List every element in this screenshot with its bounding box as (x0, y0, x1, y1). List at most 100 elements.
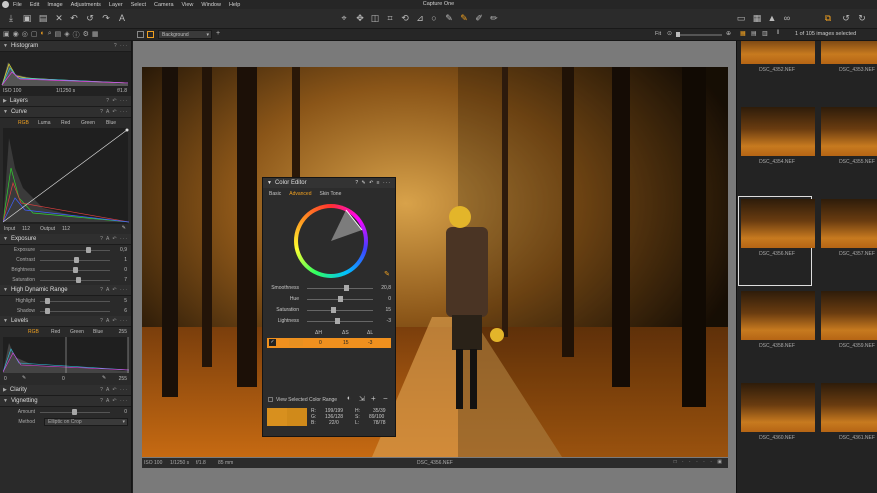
color-mask-icon[interactable]: ◐ (347, 395, 351, 402)
layer-select[interactable]: Background ▾ (158, 30, 212, 39)
color-range-selector[interactable] (294, 204, 368, 278)
curve-point[interactable] (125, 128, 129, 132)
remove-color-icon[interactable]: − (383, 394, 388, 403)
lens-tab-icon[interactable]: ◎ (22, 30, 28, 40)
curve-tab-red[interactable]: Red (61, 120, 70, 126)
tab-advanced[interactable]: Advanced (289, 191, 311, 197)
exposure-adjust-slider[interactable] (40, 280, 110, 281)
levels-tab-green[interactable]: Green (70, 329, 84, 335)
color-editor-knob[interactable] (334, 318, 340, 324)
menu-file[interactable]: File (13, 2, 22, 8)
pan-icon[interactable]: ✥ (354, 12, 366, 24)
exposure-adjust-knob[interactable] (86, 247, 92, 253)
vignetting-header[interactable]: ▼ Vignetting ? A ↶ ··· (0, 396, 131, 407)
thumbnail[interactable]: DSC_4355.NEF (817, 103, 877, 195)
clarity-header[interactable]: ▶ Clarity ? A ↶ ··· (0, 385, 131, 396)
zoom-slider-knob[interactable] (676, 32, 680, 37)
search-tab-icon[interactable]: ⌕ (48, 30, 52, 40)
rating-dots-icon[interactable]: □ · · · · · ▣ (674, 459, 724, 465)
color-list-row-selected[interactable]: ✓ 0 15 -3 (267, 338, 391, 348)
brush-icon[interactable]: ✎ (443, 12, 455, 24)
hdr-adjust-knob[interactable] (45, 308, 51, 314)
levels-tab-blue[interactable]: Blue (93, 329, 103, 335)
curve-picker-icon[interactable]: ✎ (122, 225, 126, 231)
view-range-checkbox[interactable] (268, 397, 273, 402)
zoom-icon[interactable]: ⊙ (667, 30, 672, 37)
exposure-adjust-knob[interactable] (73, 267, 78, 273)
eraser-icon[interactable]: ✐ (473, 12, 485, 24)
curve-header[interactable]: ▼ Curve ? A ↶ ··· (0, 107, 131, 118)
add-color-icon[interactable]: + (371, 394, 376, 403)
layers-header[interactable]: ▶ Layers ? ↶ ··· (0, 96, 131, 107)
menu-window[interactable]: Window (201, 2, 221, 8)
app-logo-icon[interactable] (2, 1, 9, 8)
hdr-adjust-slider[interactable] (40, 301, 110, 302)
list-view-icon[interactable]: ▤ (751, 30, 757, 37)
export-icon[interactable]: ▤ (37, 12, 49, 24)
menu-view[interactable]: View (182, 2, 194, 8)
color-editor-header[interactable]: ▼ Color Editor ? ✎ ↶ ≡ ··· (263, 178, 395, 188)
exposure-adjust-knob[interactable] (74, 257, 80, 263)
add-layer-icon[interactable]: + (216, 30, 220, 37)
curve-tab-green[interactable]: Green (81, 120, 95, 126)
clarity-tools-icon[interactable]: ? A ↶ ··· (100, 387, 128, 393)
filmstrip-icon[interactable]: ▥ (762, 30, 768, 37)
thumbnail[interactable]: DSC_4357.NEF (817, 195, 877, 287)
menu-image[interactable]: Image (47, 2, 62, 8)
tab-skin-tone[interactable]: Skin Tone (319, 191, 341, 197)
levels-tab-rgb[interactable]: RGB (28, 329, 39, 335)
color-wheel[interactable] (294, 204, 368, 278)
vignetting-amount-knob[interactable] (72, 409, 77, 415)
batch-tab-icon[interactable]: ▦ (92, 30, 99, 40)
histogram-header[interactable]: ▼ Histogram ? ··· (0, 41, 131, 52)
levels-white-picker-icon[interactable]: ✎ (102, 375, 106, 381)
curve-tools-icon[interactable]: ? A ↶ ··· (100, 109, 128, 115)
details-tab-icon[interactable]: ▤ (55, 30, 62, 40)
reset-icon[interactable]: ↺ (840, 12, 852, 24)
composition-tab-icon[interactable]: ▢ (31, 30, 38, 40)
layers-tools-icon[interactable]: ? ↶ ··· (106, 98, 128, 104)
grid-icon[interactable]: ▦ (751, 12, 763, 24)
curve-tab-rgb[interactable]: RGB (18, 120, 29, 126)
color-editor-slider[interactable] (307, 310, 373, 311)
rotate-icon[interactable]: ⟲ (399, 12, 411, 24)
keystone-icon[interactable]: ⊿ (414, 12, 426, 24)
capture-tab-icon[interactable]: ◉ (13, 30, 19, 40)
hdr-tools-icon[interactable]: ? A ↶ ··· (100, 287, 128, 293)
levels-black-picker-icon[interactable]: ✎ (22, 375, 26, 381)
menu-select[interactable]: Select (131, 2, 146, 8)
exposure-header[interactable]: ▼ Exposure ? A ↶ ··· (0, 234, 131, 245)
thumbnail[interactable]: DSC_4361.NEF (817, 379, 877, 471)
tab-basic[interactable]: Basic (269, 191, 281, 197)
exposure-tab-icon[interactable]: ◐ (40, 30, 44, 40)
crop-icon[interactable]: ⌗ (384, 12, 396, 24)
curve-tab-luma[interactable]: Luma (38, 120, 51, 126)
levels-tools-icon[interactable]: ? A ↶ ··· (100, 318, 128, 324)
meta-tab-icon[interactable]: ⓘ (73, 30, 80, 40)
curve-line[interactable] (2, 129, 128, 223)
thumbnail[interactable]: DSC_4360.NEF (737, 379, 815, 471)
levels-header[interactable]: ▼ Levels ? A ↶ ··· (0, 316, 131, 327)
curve-chart[interactable] (2, 128, 130, 224)
text-icon[interactable]: A (116, 12, 128, 24)
color-editor-knob[interactable] (344, 285, 350, 291)
viewer-icon[interactable]: ▭ (735, 12, 747, 24)
redo-icon[interactable]: ↷ (100, 12, 112, 24)
levels-tab-red[interactable]: Red (51, 329, 60, 335)
pointer-icon[interactable]: ⌖ (338, 12, 350, 24)
color-editor-tools-icon[interactable]: ? ✎ ↶ ≡ ··· (355, 180, 391, 186)
annotate-icon[interactable]: ✏ (488, 12, 500, 24)
zoom-slider[interactable] (676, 32, 722, 37)
menu-adjustments[interactable]: Adjustments (71, 2, 101, 8)
undo-icon[interactable]: ↶ (68, 12, 80, 24)
thumbnail[interactable]: DSC_4356.NEF (737, 195, 815, 287)
curve-graph[interactable] (2, 128, 130, 224)
layer-square-icon[interactable] (137, 31, 144, 38)
zoom-in-icon[interactable]: ⊕ (726, 30, 731, 37)
delete-icon[interactable]: ✕ (53, 12, 65, 24)
grid-view-icon[interactable]: ▦ (740, 30, 746, 37)
layer-mask-icon[interactable] (147, 31, 154, 38)
thumbnail[interactable]: DSC_4358.NEF (737, 287, 815, 379)
color-picker-icon[interactable]: ✎ (458, 12, 470, 24)
pause-icon[interactable]: ‖ (777, 30, 779, 36)
